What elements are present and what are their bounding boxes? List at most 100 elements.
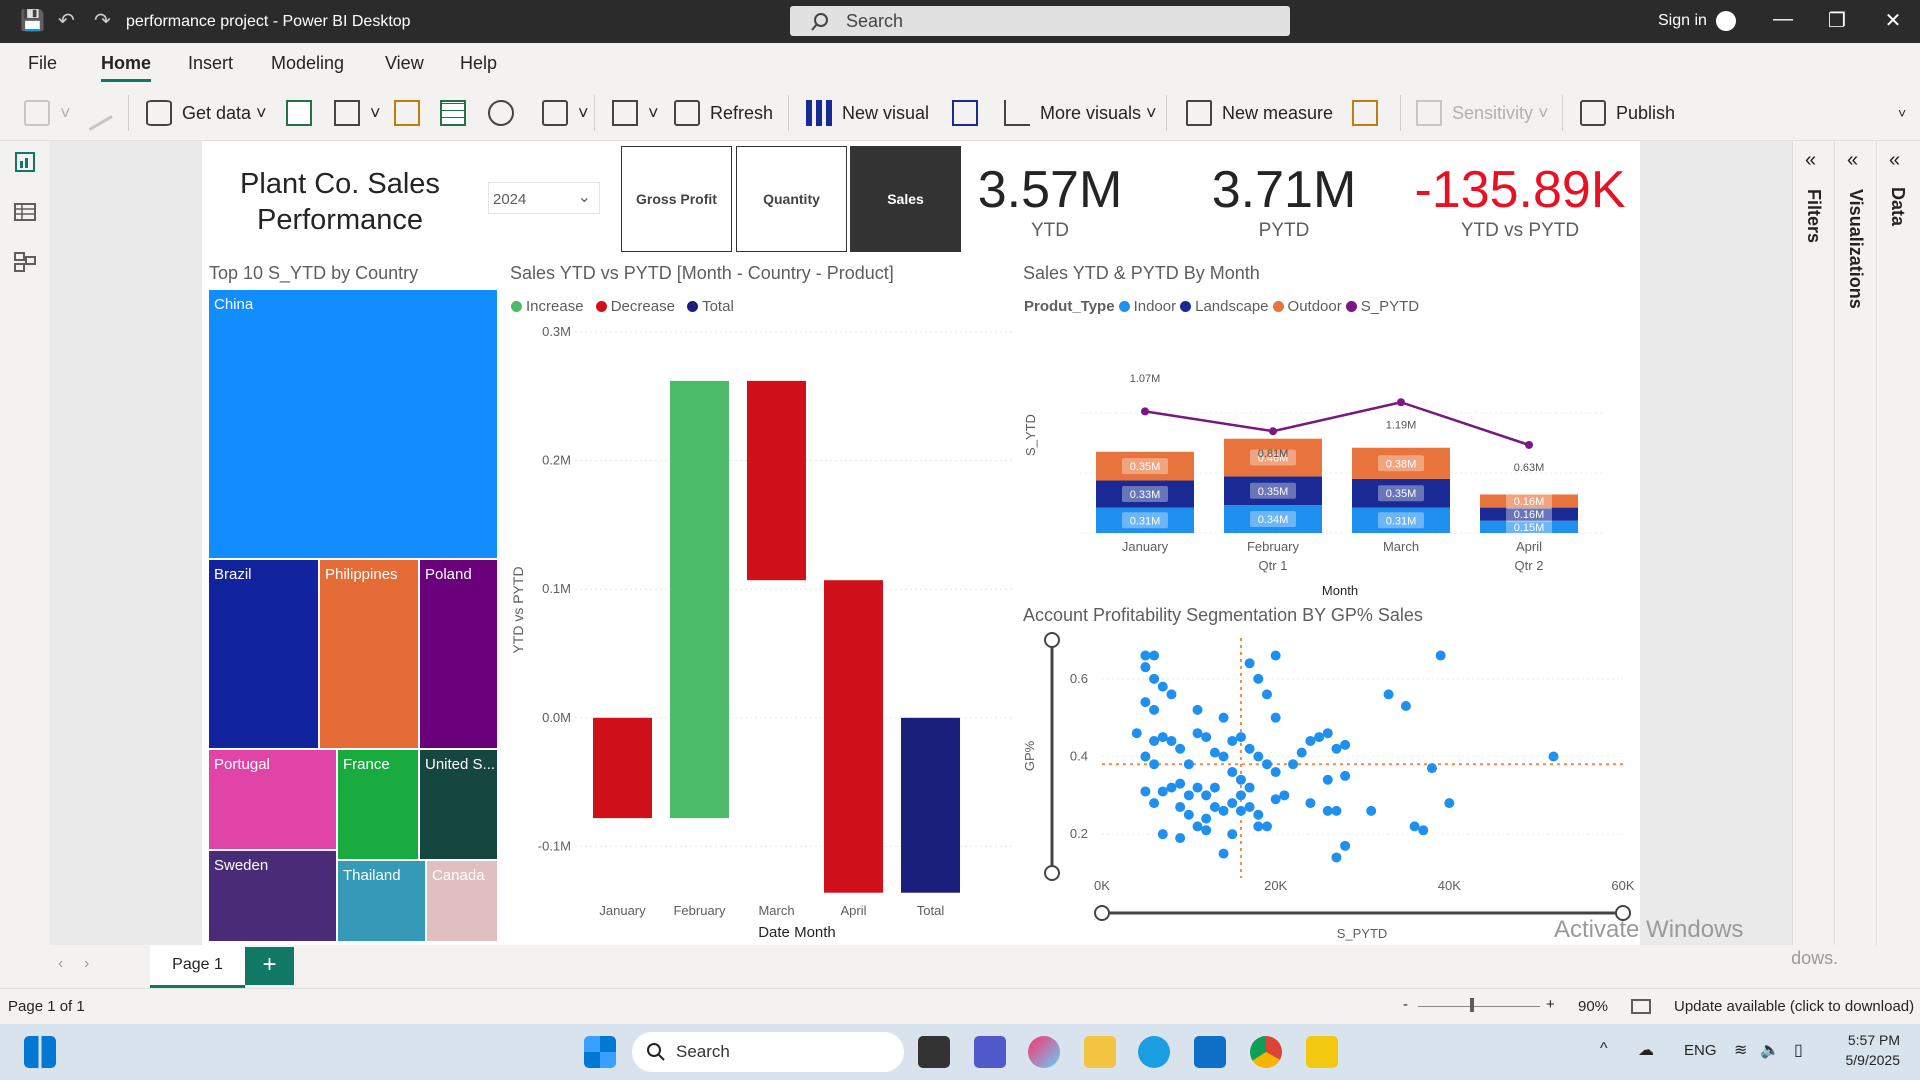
language-indicator[interactable]: ENG (1684, 1042, 1717, 1059)
menu-modeling[interactable]: Modeling (271, 53, 344, 74)
filters-pane[interactable]: « Filters (1792, 141, 1834, 945)
collapse-icon[interactable]: « (1805, 149, 1816, 172)
treemap-item[interactable]: Brazil (208, 559, 319, 749)
clock-date[interactable]: 5/9/2025 (1826, 1052, 1901, 1068)
toggle-sales[interactable]: Sales (850, 146, 961, 252)
waterfall-bar (747, 380, 806, 581)
zoom-slider[interactable] (1418, 1006, 1540, 1007)
treemap-item[interactable]: Thailand (337, 860, 426, 942)
waterfall-chart[interactable]: 0.3M 0.2M 0.1M 0.0M -0.1M January February Marc… (505, 320, 1015, 940)
year-slicer[interactable]: 2024 ⌄ (488, 182, 600, 214)
windows-start-icon[interactable] (584, 1036, 616, 1068)
page-count: Page 1 of 1 (8, 998, 85, 1015)
treemap-item[interactable]: Poland (419, 559, 498, 749)
new-visual-button[interactable]: New visual (806, 97, 929, 129)
chrome-icon[interactable] (1250, 1036, 1282, 1068)
widgets-icon[interactable] (24, 1036, 56, 1068)
wifi-icon[interactable]: ≋ (1734, 1040, 1747, 1060)
update-notice[interactable]: Update available (click to download) (1674, 998, 1914, 1015)
get-data-button[interactable]: Get data ˅ (146, 97, 267, 129)
brush-icon (77, 95, 113, 131)
format-painter-button[interactable] (77, 95, 118, 131)
copilot-icon[interactable] (1028, 1036, 1060, 1068)
minimize-icon[interactable]: — (1768, 8, 1798, 31)
avatar[interactable] (1716, 11, 1736, 31)
toggle-gross-profit[interactable]: Gross Profit (621, 146, 732, 252)
undo-icon[interactable]: ↶ (58, 9, 75, 33)
transform-data-button[interactable]: ˅ (612, 97, 659, 129)
treemap-item[interactable]: Portugal (208, 749, 337, 850)
treemap-item[interactable]: United S... (419, 749, 498, 860)
stacked-column-chart[interactable]: 0.31M0.33M0.35M1.07MJanuary0.34M0.35M0.4… (1020, 320, 1630, 605)
zoom-out-button[interactable]: - (1403, 996, 1408, 1013)
menu-home[interactable]: Home (101, 53, 152, 82)
treemap-item[interactable]: Sweden (208, 850, 337, 942)
toggle-quantity[interactable]: Quantity (736, 146, 847, 252)
power-bi-icon[interactable] (1306, 1036, 1338, 1068)
treemap-item[interactable]: Canada (426, 860, 498, 942)
next-page-icon[interactable]: › (84, 955, 89, 973)
publish-button[interactable]: Publish (1580, 97, 1675, 129)
save-icon[interactable]: 💾 (20, 9, 45, 33)
teams-icon[interactable] (974, 1036, 1006, 1068)
model-view-icon[interactable] (12, 249, 38, 275)
search-box[interactable]: Search (790, 6, 1290, 36)
data-pane[interactable]: « Data (1876, 141, 1920, 945)
scatter-chart[interactable]: 0.6 0.4 0.2 0K 20K 40K 60K S_PYTD GP% (1020, 628, 1640, 943)
fit-page-icon[interactable] (1631, 999, 1651, 1014)
refresh-button[interactable]: Refresh (674, 97, 773, 129)
recent-sources-button[interactable]: ˅ (542, 97, 589, 129)
network-off-icon[interactable]: ☁ (1638, 1040, 1654, 1060)
new-measure-button[interactable]: New measure (1186, 97, 1333, 129)
menu-insert[interactable]: Insert (188, 53, 233, 74)
sql-button[interactable] (394, 97, 430, 129)
more-visuals-button[interactable]: More visuals ˅ (1004, 97, 1157, 129)
clock-time[interactable]: 5:57 PM (1840, 1032, 1900, 1048)
menu-help[interactable]: Help (460, 53, 497, 74)
file-explorer-icon[interactable] (1084, 1036, 1116, 1068)
sensitivity-button[interactable]: Sensitivity ˅ (1416, 97, 1549, 129)
battery-icon[interactable]: ▯ (1794, 1040, 1803, 1060)
add-page-button[interactable]: + (245, 947, 294, 985)
dataflow-button[interactable] (488, 97, 524, 129)
prev-page-icon[interactable]: ‹ (58, 955, 63, 973)
x-tick-label: 0K (1094, 878, 1110, 893)
treemap-item[interactable]: China (208, 289, 498, 559)
treemap-item[interactable]: Philippines (319, 559, 419, 749)
text-box-button[interactable] (952, 97, 988, 129)
show-hidden-icons[interactable]: ^ (1600, 1040, 1608, 1058)
quick-measure-button[interactable] (1352, 97, 1388, 129)
restore-icon[interactable]: ❐ (1822, 8, 1852, 33)
table-view-icon[interactable] (12, 199, 38, 225)
menu-view[interactable]: View (385, 53, 424, 74)
zoom-in-button[interactable]: + (1546, 996, 1555, 1013)
store-icon[interactable] (1194, 1036, 1226, 1068)
menu-file[interactable]: File (28, 53, 57, 74)
taskbar-search[interactable]: Search (632, 1032, 904, 1072)
treemap-item[interactable]: France (337, 749, 419, 860)
volume-icon[interactable]: 🔈 (1760, 1040, 1780, 1060)
task-view-icon[interactable] (918, 1036, 950, 1068)
scatter-point (1340, 739, 1351, 750)
page-tab[interactable]: Page 1 (150, 945, 245, 988)
scatter-point (1175, 801, 1186, 812)
redo-icon[interactable]: ↷ (94, 9, 111, 33)
collapse-icon[interactable]: « (1847, 149, 1858, 172)
sign-in-link[interactable]: Sign in (1658, 12, 1707, 30)
zoom-slider-thumb[interactable] (1470, 998, 1474, 1012)
enter-data-button[interactable] (440, 97, 476, 129)
edge-icon[interactable] (1138, 1036, 1170, 1068)
paste-button[interactable]: ˅ (24, 97, 71, 129)
dataverse-button[interactable]: ˅ (334, 97, 381, 129)
legend-dot (511, 301, 522, 312)
scatter-point (1331, 743, 1342, 754)
report-view-icon[interactable] (12, 149, 38, 175)
excel-button[interactable] (286, 97, 322, 129)
scatter-point (1244, 801, 1255, 812)
close-icon[interactable]: ✕ (1878, 8, 1908, 33)
line-data-label: 1.19M (1386, 419, 1417, 431)
collapse-icon[interactable]: « (1889, 149, 1900, 172)
taskbar-search-label: Search (676, 1042, 730, 1061)
collapse-ribbon-icon[interactable]: ˅ (1898, 97, 1906, 129)
visualizations-pane[interactable]: « Visualizations (1834, 141, 1876, 945)
